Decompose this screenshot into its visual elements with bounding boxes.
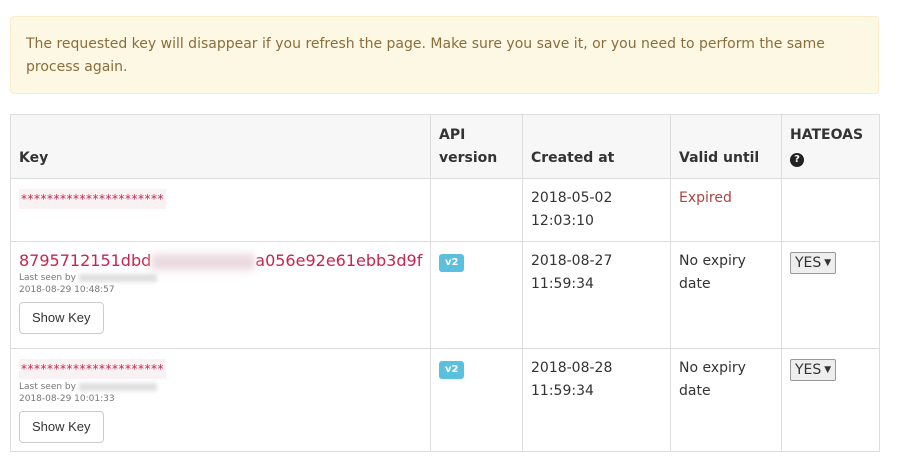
key-cell: ********************** Last seen by 2018… xyxy=(10,348,431,452)
question-circle-icon[interactable]: ? xyxy=(790,153,804,167)
valid-until-line2: date xyxy=(679,276,711,292)
created-at-cell: 2018-05-02 12:03:10 xyxy=(522,178,671,242)
warning-alert: The requested key will disappear if you … xyxy=(10,16,879,94)
redacted-user-name xyxy=(78,382,157,391)
created-date: 2018-05-02 xyxy=(531,190,613,206)
header-hateoas-label: HATEOAS xyxy=(790,127,864,143)
last-seen-label: Last seen by xyxy=(19,273,76,283)
api-key-value: 8795712151dbd a056e92e61ebb3d9f xyxy=(19,250,422,272)
valid-until-line2: date xyxy=(679,383,711,399)
hateoas-select[interactable]: YES ▼ xyxy=(790,359,837,381)
api-keys-table: Key API version Created at Valid until H… xyxy=(10,114,880,452)
masked-key: ********************** xyxy=(19,189,166,209)
api-version-cell: v2 xyxy=(430,241,523,349)
key-start: 8795712151dbd xyxy=(19,251,152,270)
header-hateoas: HATEOAS ? xyxy=(781,114,880,179)
key-cell: ********************** xyxy=(10,178,431,242)
valid-until-cell: Expired xyxy=(670,178,782,242)
valid-until-cell: No expiry date xyxy=(670,348,782,452)
redacted-key-segment xyxy=(151,253,256,270)
created-time: 11:59:34 xyxy=(531,276,594,292)
last-seen-time: 2018-08-29 10:48:57 xyxy=(19,285,115,295)
expired-status: Expired xyxy=(679,190,732,206)
header-valid-until: Valid until xyxy=(670,114,782,179)
created-date: 2018-08-28 xyxy=(531,360,613,376)
hateoas-selected-value: YES xyxy=(795,362,822,378)
table-row: 8795712151dbd a056e92e61ebb3d9f Last seen… xyxy=(10,241,880,349)
hateoas-selected-value: YES xyxy=(795,255,822,271)
key-end: a056e92e61ebb3d9f xyxy=(255,251,423,270)
table-header-row: Key API version Created at Valid until H… xyxy=(10,114,880,179)
valid-until-cell: No expiry date xyxy=(670,241,782,349)
valid-until-line1: No expiry xyxy=(679,253,746,269)
created-time: 11:59:34 xyxy=(531,383,594,399)
hateoas-cell: YES ▼ xyxy=(781,348,880,452)
alert-text: The requested key will disappear if you … xyxy=(26,36,825,75)
created-time: 12:03:10 xyxy=(531,213,594,229)
last-seen-label: Last seen by xyxy=(19,382,76,392)
hateoas-cell: YES ▼ xyxy=(781,241,880,349)
last-seen: Last seen by xyxy=(19,381,422,393)
valid-until-line1: No expiry xyxy=(679,360,746,376)
header-api-version: API version xyxy=(430,114,523,179)
caret-down-icon: ▼ xyxy=(824,258,832,268)
header-created-at: Created at xyxy=(522,114,671,179)
table-row: ********************** Last seen by 2018… xyxy=(10,348,880,452)
hateoas-select[interactable]: YES ▼ xyxy=(790,252,837,274)
show-key-button[interactable]: Show Key xyxy=(19,302,104,334)
redacted-user-name xyxy=(78,273,157,282)
key-cell: 8795712151dbd a056e92e61ebb3d9f Last seen… xyxy=(10,241,431,349)
api-version-badge: v2 xyxy=(439,361,465,379)
caret-down-icon: ▼ xyxy=(824,365,832,375)
show-key-button[interactable]: Show Key xyxy=(19,411,104,443)
api-version-cell: v2 xyxy=(430,348,523,452)
header-key: Key xyxy=(10,114,431,179)
masked-key: ********************** xyxy=(19,359,166,379)
table-row: ********************** 2018-05-02 12:03:… xyxy=(10,178,880,242)
api-version-badge: v2 xyxy=(439,254,465,272)
last-seen-time: 2018-08-29 10:01:33 xyxy=(19,394,115,404)
created-at-cell: 2018-08-27 11:59:34 xyxy=(522,241,671,349)
created-at-cell: 2018-08-28 11:59:34 xyxy=(522,348,671,452)
created-date: 2018-08-27 xyxy=(531,253,613,269)
api-version-cell xyxy=(430,178,523,242)
hateoas-cell xyxy=(781,178,880,242)
last-seen: Last seen by xyxy=(19,272,422,284)
